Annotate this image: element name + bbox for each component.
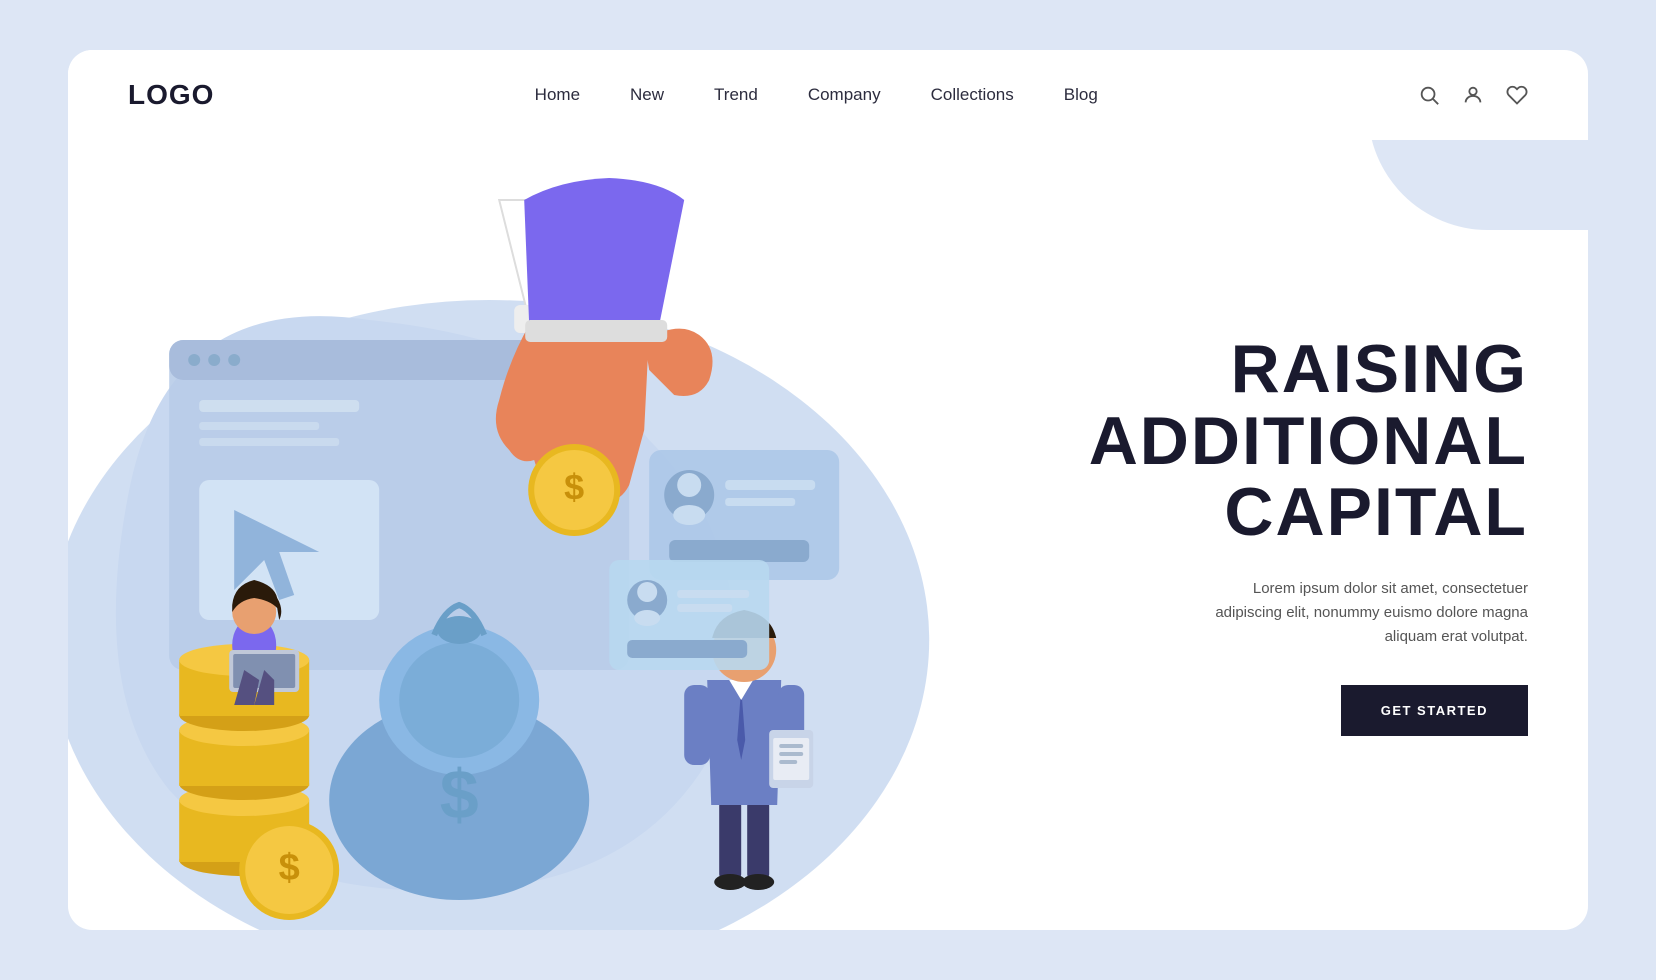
logo: LOGO [128,79,214,111]
search-button[interactable] [1418,84,1440,106]
text-area: RAISING ADDITIONAL CAPITAL Lorem ipsum d… [1010,140,1588,930]
nav-links: Home New Trend Company Collections Blog [535,85,1098,105]
nav-new[interactable]: New [630,85,664,105]
main-content: $ $ [68,140,1588,930]
hero-description: Lorem ipsum dolor sit amet, consectetuer… [1188,577,1528,649]
nav-company[interactable]: Company [808,85,881,105]
wishlist-button[interactable] [1506,84,1528,106]
user-icon [1462,84,1484,106]
hero-illustration: $ $ [68,140,1010,930]
svg-text:$: $ [564,467,584,508]
search-icon [1418,84,1440,106]
nav-icons [1418,84,1528,106]
user-button[interactable] [1462,84,1484,106]
get-started-button[interactable]: GET STARTED [1341,685,1528,736]
nav-blog[interactable]: Blog [1064,85,1098,105]
svg-text:$: $ [440,755,479,833]
nav-trend[interactable]: Trend [714,85,758,105]
nav-collections[interactable]: Collections [931,85,1014,105]
svg-text:$: $ [279,847,300,889]
heart-icon [1506,84,1528,106]
hero-title: RAISING ADDITIONAL CAPITAL [1040,334,1528,548]
page-container: LOGO Home New Trend Company Collections … [68,50,1588,930]
navbar: LOGO Home New Trend Company Collections … [68,50,1588,140]
illustration-area: $ $ [68,140,1010,930]
nav-home[interactable]: Home [535,85,580,105]
